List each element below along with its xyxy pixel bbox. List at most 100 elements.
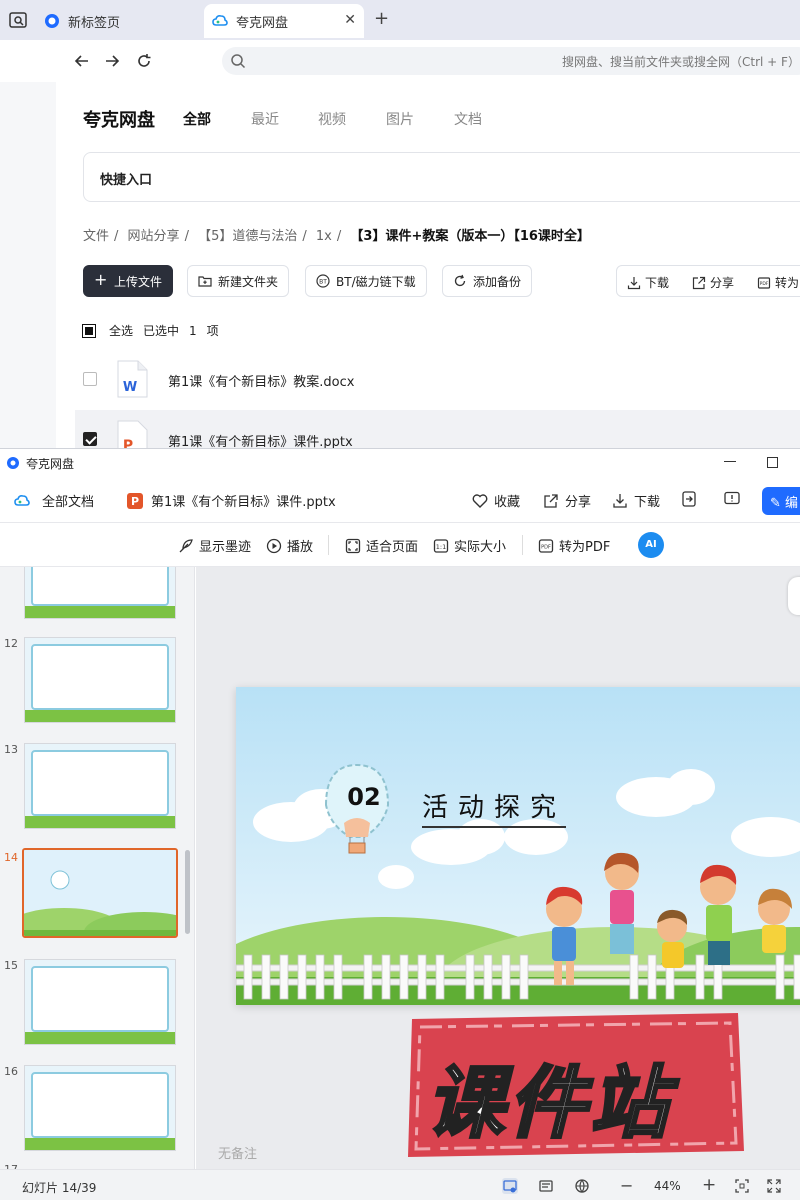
- play-button[interactable]: 播放: [266, 536, 313, 555]
- edit-button[interactable]: ✎ 编: [762, 487, 800, 515]
- side-panel-toggle[interactable]: [788, 577, 800, 615]
- breadcrumb: 文件 / 网站分享 / 【5】道德与法治/ 1x / 【3】课件+教案（版本一）【16…: [83, 229, 590, 244]
- breadcrumb-item[interactable]: 【5】道德与法治: [198, 229, 297, 244]
- fullscreen-icon[interactable]: [766, 1178, 782, 1194]
- file-row-selected[interactable]: P 第1课《有个新目标》课件.pptx: [75, 410, 800, 448]
- breadcrumb-item[interactable]: 文件: [83, 229, 109, 244]
- upload-button[interactable]: + 上传文件: [83, 265, 174, 297]
- quick-entry-panel[interactable]: 快捷入口: [83, 152, 800, 202]
- navigation-bar: 搜网盘、搜当前文件夹或搜全网（Ctrl + F）: [0, 40, 800, 82]
- slide-thumbnail[interactable]: [24, 567, 176, 619]
- tab-label: 夸克网盘: [236, 15, 289, 31]
- add-backup-button[interactable]: 添加备份: [442, 265, 533, 297]
- slide-thumbnail[interactable]: [24, 637, 176, 723]
- zoom-out-icon[interactable]: −: [620, 1176, 636, 1195]
- fit-page-label: 适合页面: [366, 540, 419, 555]
- upload-label: 上传文件: [114, 274, 163, 289]
- new-folder-button[interactable]: 新建文件夹: [187, 265, 290, 297]
- play-label: 播放: [287, 540, 314, 555]
- slide-thumbnail[interactable]: [24, 959, 176, 1045]
- favorite-button[interactable]: 收藏: [472, 491, 520, 510]
- svg-text:1:1: 1:1: [436, 543, 446, 551]
- download-icon: [627, 276, 641, 289]
- share-button[interactable]: 分享: [692, 274, 734, 291]
- breadcrumb-current: 【3】课件+教案（版本一）【16课时全】: [350, 229, 590, 244]
- show-ink-button[interactable]: 显示墨迹: [178, 536, 251, 555]
- feedback-icon[interactable]: [724, 491, 740, 507]
- actual-size-button[interactable]: 1:1 实际大小: [433, 536, 506, 555]
- tab-images[interactable]: 图片: [386, 109, 414, 129]
- tab-quark-netdisk[interactable]: 夸克网盘 ✕: [204, 4, 364, 38]
- close-tab-icon[interactable]: ✕: [344, 12, 356, 28]
- minimize-icon[interactable]: [724, 461, 736, 462]
- download-button[interactable]: 下载: [627, 274, 669, 291]
- file-name[interactable]: 第1课《有个新目标》教案.docx: [168, 371, 354, 390]
- viewer-window-title: 夸克网盘: [26, 457, 75, 471]
- normal-view-icon[interactable]: [502, 1178, 518, 1194]
- cloud-logo-icon: [212, 15, 228, 26]
- file-checkbox-checked[interactable]: [83, 432, 97, 446]
- file-checkbox[interactable]: [83, 372, 97, 386]
- select-all-checkbox[interactable]: [82, 323, 96, 338]
- ai-assistant-button[interactable]: AI: [638, 532, 664, 558]
- back-icon[interactable]: [72, 51, 92, 71]
- ai-label: AI: [645, 539, 657, 550]
- slide-thumbnail[interactable]: [24, 1065, 176, 1151]
- powerpoint-icon: P: [127, 492, 143, 509]
- actual-size-icon: 1:1: [433, 538, 449, 553]
- actual-size-label: 实际大小: [454, 540, 507, 555]
- convert-to-pdf-button[interactable]: PDF 转为PDF: [538, 536, 610, 555]
- convert-pdf-button[interactable]: PDF 转为: [757, 274, 799, 291]
- browser-tab-bar: 新标签页 夸克网盘 ✕ +: [0, 0, 800, 40]
- bt-download-button[interactable]: BT BT/磁力链下载: [305, 265, 427, 297]
- heart-icon: [472, 493, 488, 508]
- thumbnail-grass: [25, 606, 175, 618]
- thumbnail-scrollbar[interactable]: [185, 850, 190, 934]
- slide-thumbnail[interactable]: [24, 743, 176, 829]
- svg-text:BT: BT: [319, 279, 327, 286]
- slide-canvas: 02 活动探究 课件站 无备注: [196, 567, 800, 1169]
- tab-new-tab[interactable]: 新标签页: [44, 4, 204, 38]
- fit-window-icon[interactable]: [734, 1178, 750, 1194]
- maximize-icon[interactable]: [767, 457, 778, 468]
- export-icon[interactable]: [682, 491, 696, 507]
- viewer-download-label: 下载: [634, 495, 661, 510]
- address-search-input[interactable]: 搜网盘、搜当前文件夹或搜全网（Ctrl + F）: [222, 47, 800, 75]
- file-row[interactable]: W 第1课《有个新目标》教案.docx: [75, 350, 800, 408]
- tab-all[interactable]: 全部: [183, 109, 211, 129]
- forward-icon[interactable]: [102, 51, 122, 71]
- slide-number: 12: [4, 637, 18, 650]
- select-all-label[interactable]: 全选: [109, 322, 133, 339]
- select-all-row: 全选 已选中 1 项: [82, 322, 219, 339]
- all-documents-link[interactable]: 全部文档: [14, 491, 94, 510]
- web-view-icon[interactable]: [574, 1178, 590, 1194]
- current-file-name: 第1课《有个新目标》课件.pptx: [151, 495, 336, 510]
- toolbar-divider: [328, 535, 329, 555]
- notes-view-icon[interactable]: [538, 1178, 554, 1194]
- tab-recent[interactable]: 最近: [251, 109, 279, 129]
- tab-documents[interactable]: 文档: [454, 109, 482, 129]
- new-folder-icon: [198, 276, 212, 287]
- slide-notes[interactable]: 无备注: [218, 1143, 257, 1162]
- breadcrumb-item[interactable]: 网站分享: [128, 229, 180, 244]
- viewer-download-button[interactable]: 下载: [612, 491, 660, 510]
- zoom-in-icon[interactable]: +: [702, 1175, 718, 1195]
- slide-section-number: 02: [347, 783, 381, 811]
- viewer-share-button[interactable]: 分享: [543, 491, 591, 510]
- viewer-status-bar: 幻灯片 14/39 − 44% +: [0, 1169, 800, 1200]
- file-name[interactable]: 第1课《有个新目标》课件.pptx: [168, 431, 353, 448]
- fit-page-button[interactable]: 适合页面: [345, 536, 418, 555]
- app-logo-icon: [7, 457, 19, 469]
- reload-icon[interactable]: [134, 51, 154, 71]
- favorite-label: 收藏: [494, 495, 521, 510]
- powerpoint-file-icon: P: [117, 420, 148, 448]
- new-tab-icon[interactable]: +: [374, 8, 389, 29]
- tab-video[interactable]: 视频: [318, 109, 346, 129]
- feather-pen-icon: [179, 538, 193, 552]
- bt-download-label: BT/磁力链下载: [336, 274, 416, 289]
- search-placeholder: 搜网盘、搜当前文件夹或搜全网（Ctrl + F）: [562, 55, 800, 69]
- tab-search-icon[interactable]: [8, 10, 28, 30]
- viewer-header: 全部文档 P 第1课《有个新目标》课件.pptx 收藏 分享 下载 ✎ 编: [0, 477, 800, 523]
- slide-thumbnail-active[interactable]: [22, 848, 178, 938]
- breadcrumb-item[interactable]: 1x: [316, 229, 332, 244]
